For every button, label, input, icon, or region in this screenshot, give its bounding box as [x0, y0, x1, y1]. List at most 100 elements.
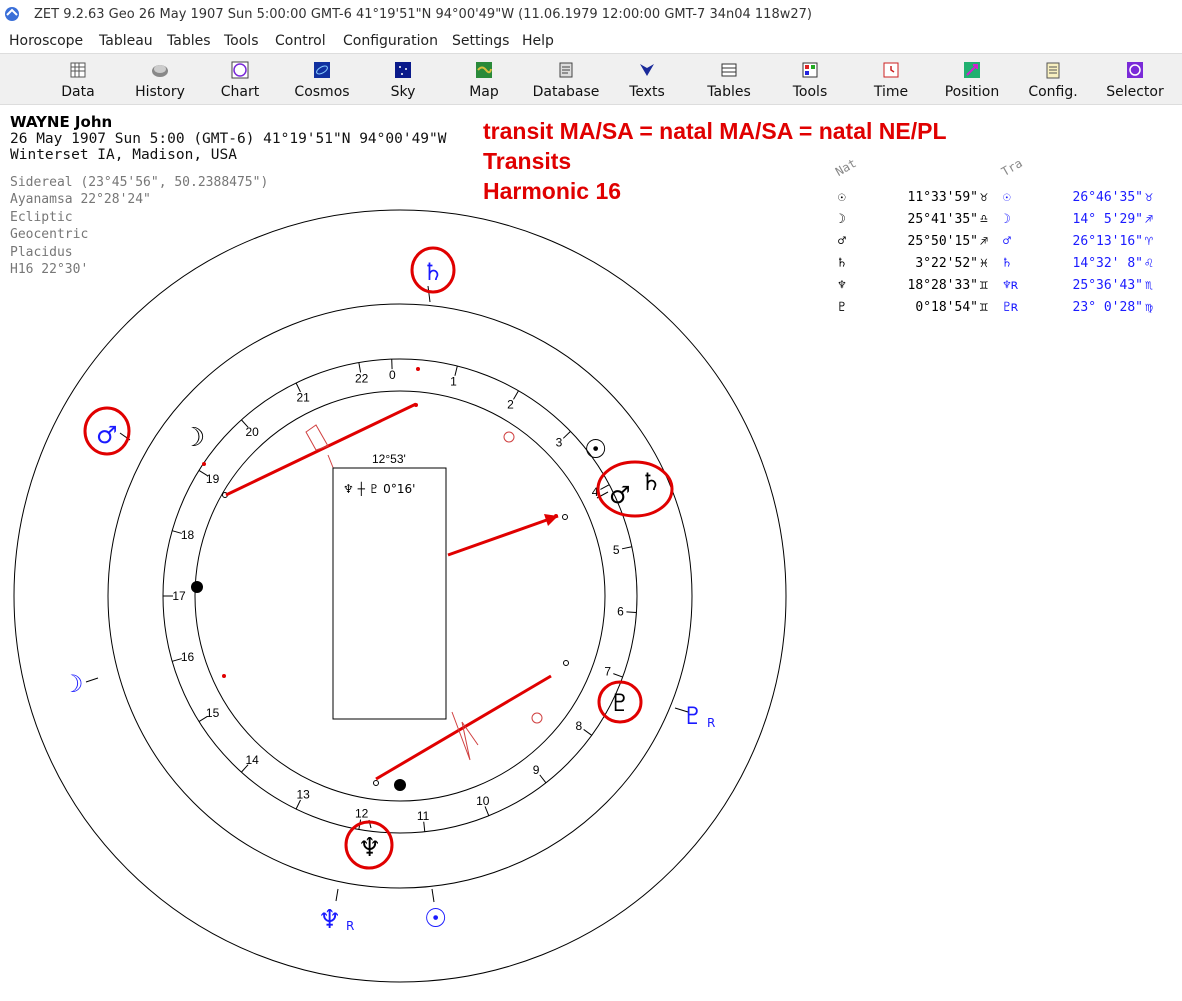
natal-point: [562, 514, 568, 520]
arrow-head: [544, 514, 558, 526]
natal-point: [563, 660, 569, 666]
natal-row: ♆ 18°28'33" ♊: [838, 278, 988, 293]
marker-dot: [202, 462, 206, 466]
midpoint-box-entry: ♆ ┼ ♇ 0°16': [343, 481, 415, 496]
dial-tick: [513, 390, 519, 400]
harmonic-wheel[interactable]: 0 12345678910111213141516171819202122 12°…: [0, 105, 800, 995]
transit-row: ♄ 14°32' 8" ♌: [1003, 256, 1153, 271]
dial-number: 11: [417, 809, 430, 823]
transit-mars-glyph: ♂: [96, 421, 118, 449]
toolbar-chart-button[interactable]: Chart: [201, 56, 279, 102]
midpoint-box-header: 12°53': [372, 452, 406, 466]
dial-number: 6: [617, 604, 624, 618]
menu-control[interactable]: Control: [275, 33, 326, 49]
texts-icon: [640, 64, 654, 76]
dial-number: 7: [604, 665, 611, 679]
toolbar-data-button[interactable]: Data: [39, 56, 117, 102]
app-icon: [5, 7, 19, 21]
sky-icon: [395, 62, 411, 78]
transit-pluto-glyph: ♇: [682, 702, 704, 730]
transit-moon-glyph: ☽: [62, 670, 84, 698]
tables-icon: [721, 63, 737, 77]
window-title: ZET 9.2.63 Geo 26 May 1907 Sun 5:00:00 G…: [34, 7, 812, 22]
transit-neptune-retro: R: [346, 919, 354, 933]
toolbar-time-button[interactable]: Time: [852, 56, 930, 102]
chart-icon: [231, 61, 249, 79]
data-icon: [70, 62, 86, 78]
natal-row: ♄ 3°22'52" ♓: [838, 256, 988, 271]
natal-point: [373, 780, 379, 786]
natal-row: ☉ 11°33'59" ♉: [838, 190, 988, 205]
pointer-arrow: [451, 711, 479, 761]
dial-number: 17: [172, 589, 186, 603]
dial-number: 3: [556, 435, 563, 449]
dial-number: 15: [206, 706, 220, 720]
toolbar-history-button[interactable]: History: [121, 56, 199, 102]
toolbar-position-button[interactable]: Position: [933, 56, 1011, 102]
position-icon: [964, 62, 980, 78]
menu-configuration[interactable]: Configuration: [343, 33, 438, 49]
marker-circle: [531, 712, 543, 724]
dial-number: 9: [533, 763, 540, 777]
midpoint-box: [332, 467, 447, 720]
dial-number: 8: [575, 719, 582, 733]
transit-row: ☉ 26°46'35" ♉: [1003, 190, 1153, 205]
natal-row: ☽ 25°41'35" ♎: [838, 212, 988, 227]
map-icon: [476, 62, 492, 78]
dial-number: 5: [613, 543, 620, 557]
natal-moon-glyph: ☽: [182, 423, 205, 453]
config-icon: [1046, 62, 1060, 79]
toolbar-sky-button[interactable]: Sky: [364, 56, 442, 102]
dial-tick: [600, 484, 610, 490]
toolbar-database-button[interactable]: Database: [527, 56, 605, 102]
transit-table-header: Tra: [999, 156, 1025, 179]
toolbar-tables-button[interactable]: Tables: [690, 56, 768, 102]
natal-pluto-glyph: ♇: [609, 689, 631, 717]
toolbar-map-button[interactable]: Map: [445, 56, 523, 102]
transit-row: ♇ʀ 23° 0'28" ♍: [1003, 300, 1153, 315]
transit-neptune-glyph: ♆: [318, 905, 341, 935]
menu-settings[interactable]: Settings: [452, 33, 509, 49]
title-bar: ZET 9.2.63 Geo 26 May 1907 Sun 5:00:00 G…: [0, 0, 1182, 30]
dial-tick: [583, 729, 593, 736]
toolbar-selector-button[interactable]: Selector: [1096, 56, 1174, 102]
toolbar-tools-button[interactable]: Tools: [771, 56, 849, 102]
transit-pluto-retro: R: [707, 716, 715, 730]
natal-neptune-glyph: ♆: [358, 833, 381, 863]
marker-dot: [416, 367, 420, 371]
menu-help[interactable]: Help: [522, 33, 554, 49]
dial-tick: [626, 611, 637, 614]
marker-dot: [222, 674, 226, 678]
toolbar: Data History Chart Cosmos Sky Map Databa…: [0, 53, 1182, 105]
marker-circle: [503, 431, 515, 443]
database-icon: [559, 62, 573, 78]
transit-row: ☽ 14° 5'29" ♐: [1003, 212, 1153, 227]
menu-tools[interactable]: Tools: [224, 33, 259, 49]
arrow-line: [447, 514, 559, 557]
cosmos-icon: [314, 62, 330, 78]
toolbar-cosmos-button[interactable]: Cosmos: [283, 56, 361, 102]
dial-number: 22: [355, 371, 369, 385]
dial-number: 20: [245, 425, 259, 439]
dial-number: 19: [206, 472, 220, 486]
menu-horoscope[interactable]: Horoscope: [9, 33, 83, 49]
dial-number: 2: [507, 398, 514, 412]
natal-positions-table: ☉ 11°33'59" ♉ ☽ 25°41'35" ♎ ♂ 25°50'15" ♐ ♄ 3°2…: [838, 190, 998, 320]
toolbar-texts-button[interactable]: Texts: [608, 56, 686, 102]
dial-number: 0: [389, 368, 396, 382]
dial-number: 13: [296, 788, 310, 802]
dial-number: 10: [476, 794, 490, 808]
dial-tick: [621, 546, 632, 550]
transit-row: ♂ 26°13'16" ♈: [1003, 234, 1153, 249]
natal-row: ♂ 25°50'15" ♐: [838, 234, 988, 249]
dial-tick: [562, 431, 571, 439]
dial-tick: [423, 821, 426, 832]
transit-positions-table: ☉ 26°46'35" ♉ ☽ 14° 5'29" ♐ ♂ 26°13'16" ♈ ♄ 14°…: [1003, 190, 1163, 320]
transit-sun-glyph: ☉: [424, 904, 447, 934]
time-icon: [883, 62, 899, 78]
menu-tableau[interactable]: Tableau: [99, 33, 153, 49]
natal-sun-glyph: ☉: [584, 435, 607, 465]
dial-number: 16: [181, 650, 195, 664]
menu-tables[interactable]: Tables: [167, 33, 211, 49]
toolbar-config-button[interactable]: Config.: [1014, 56, 1092, 102]
